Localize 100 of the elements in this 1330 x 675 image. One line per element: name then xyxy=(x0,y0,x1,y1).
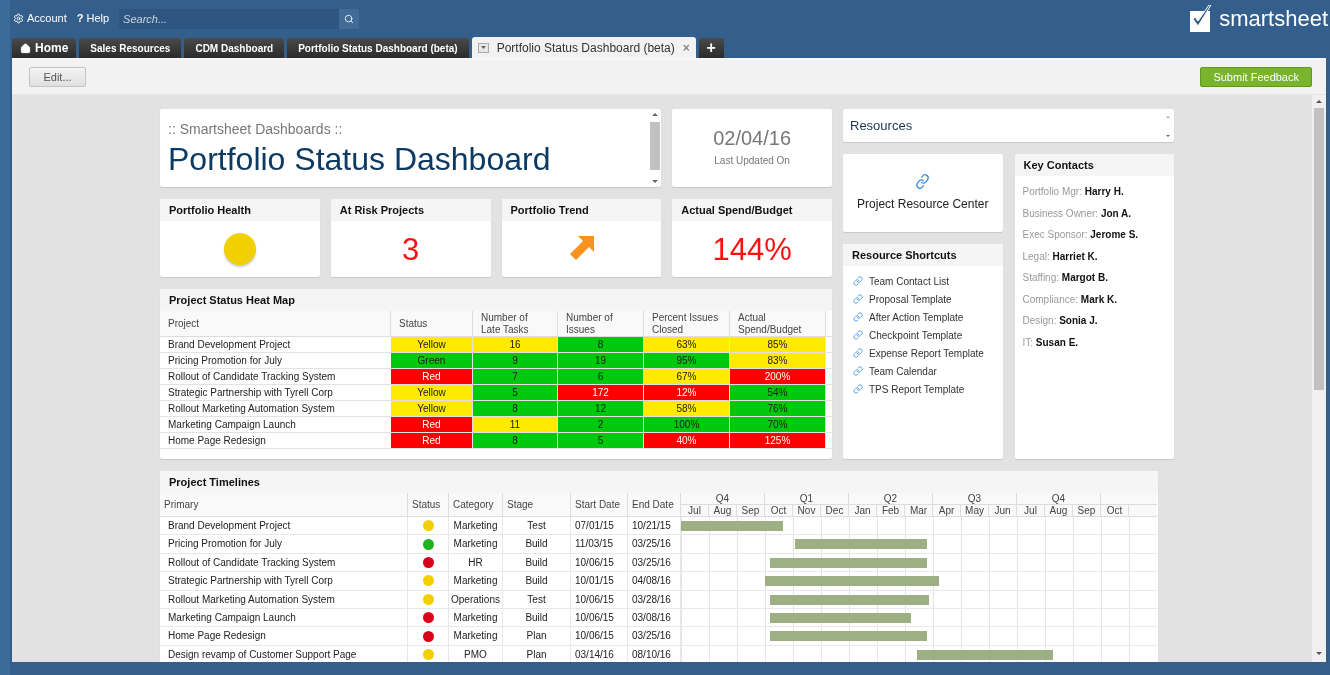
home-tab[interactable]: Home xyxy=(12,38,77,58)
table-cell: Marketing xyxy=(449,517,503,535)
quarter-header: Q1 xyxy=(765,493,849,504)
card-header: Project Status Heat Map xyxy=(160,289,832,311)
house-icon xyxy=(20,42,31,54)
scrollbar[interactable] xyxy=(1312,95,1326,662)
shortcut-link[interactable]: Proposal Template xyxy=(853,291,1003,307)
heat-map-cell: Yellow xyxy=(391,401,473,416)
quarter-header: Q2 xyxy=(849,493,933,504)
table-cell: 10/01/15 xyxy=(571,572,628,590)
shortcut-link[interactable]: Checkpoint Template xyxy=(853,327,1003,343)
contact-entry: Staffing: Margot B. xyxy=(1022,271,1109,285)
search-button[interactable] xyxy=(339,8,360,29)
heat-map-cell: 58% xyxy=(644,401,730,416)
shortcut-link[interactable]: Expense Report Template xyxy=(853,345,1003,361)
table-cell: Build xyxy=(503,553,571,572)
table-cell: PMO xyxy=(449,645,503,662)
tab[interactable]: Portfolio Status Dashboard (beta) xyxy=(287,38,469,58)
quarter-header: Q4 xyxy=(1017,493,1101,504)
table-cell: 07/01/15 xyxy=(571,517,628,535)
contact-entry: IT: Susan E. xyxy=(1022,335,1080,350)
heat-map-cell: 83% xyxy=(730,353,826,368)
column-header: Project xyxy=(160,311,391,336)
table-cell: Test xyxy=(503,517,571,535)
column-header: Stage xyxy=(503,493,571,516)
column-header: Status xyxy=(408,493,449,516)
table-cell: 03/25/16 xyxy=(628,553,681,572)
heat-map-cell: 9 xyxy=(473,353,558,368)
contact-entry: Design: Sonia J. xyxy=(1022,314,1099,328)
heat-map-cell: 172 xyxy=(558,385,644,400)
gantt-bar[interactable] xyxy=(769,594,930,605)
resource-center-link[interactable]: Project Resource Center xyxy=(857,194,989,213)
gantt-bar[interactable] xyxy=(769,631,927,642)
card-header: At Risk Projects xyxy=(330,199,491,221)
heat-map-cell: 11 xyxy=(473,417,558,432)
table-cell: 03/28/16 xyxy=(628,590,681,608)
month-header: Jan xyxy=(849,505,877,516)
quarter-header: Q3 xyxy=(933,493,1017,504)
heat-map-cell: Red xyxy=(391,369,473,384)
month-header: Aug xyxy=(709,505,737,516)
heat-map-cell: 70% xyxy=(730,417,826,432)
help-link[interactable]: ? Help xyxy=(76,10,110,27)
column-header: Category xyxy=(449,493,503,516)
month-header: Dec xyxy=(821,505,849,516)
date-caption: Last Updated On xyxy=(714,153,790,168)
table-cell: Rollout Marketing Automation System xyxy=(160,590,408,608)
account-link[interactable]: Account xyxy=(13,10,67,27)
gantt-bar[interactable] xyxy=(916,649,1054,660)
column-header: Start Date xyxy=(571,493,628,516)
card-header: Portfolio Trend xyxy=(501,199,662,221)
column-header: Status xyxy=(391,311,473,336)
column-header: Number of Issues xyxy=(558,311,644,336)
heat-map-cell: 63% xyxy=(644,337,730,352)
column-header: Percent Issues Closed xyxy=(644,311,730,336)
shortcut-link[interactable]: After Action Template xyxy=(853,309,1003,325)
card-header: Key Contacts xyxy=(1014,154,1174,176)
table-cell: Marketing xyxy=(449,608,503,627)
settings-icon xyxy=(13,13,24,24)
link-icon xyxy=(853,384,863,394)
shortcut-link[interactable]: Team Calendar xyxy=(853,363,1003,379)
table-cell: Build xyxy=(503,572,571,590)
table-cell-text: Rollout of Candidate Tracking System xyxy=(167,370,337,384)
search-field[interactable]: Search... xyxy=(119,8,340,29)
contact-entry: Portfolio Mgr: Harry H. xyxy=(1022,185,1125,199)
gantt-bar[interactable] xyxy=(769,557,927,568)
table-cell-text: Strategic Partnership with Tyrell Corp xyxy=(167,386,334,400)
month-header: Jun xyxy=(989,505,1017,516)
month-header: Feb xyxy=(877,505,905,516)
table-cell-text: Brand Development Project xyxy=(167,338,292,352)
heat-map-cell: 67% xyxy=(644,369,730,384)
heat-map-cell: Green xyxy=(391,353,473,368)
edit-button[interactable]: Edit... xyxy=(29,67,86,87)
dashboard-subtitle: :: Smartsheet Dashboards :: xyxy=(168,120,344,139)
table-cell-text: Pricing Promotion for July xyxy=(167,354,283,368)
shortcut-link[interactable]: TPS Report Template xyxy=(853,381,1003,397)
tab[interactable]: Portfolio Status Dashboard (beta) × xyxy=(471,37,696,58)
heat-map-cell: 16 xyxy=(473,337,558,352)
tab-menu-icon[interactable] xyxy=(477,42,489,53)
tab[interactable]: CDM Dashboard xyxy=(184,38,285,58)
add-tab-button[interactable]: + xyxy=(698,38,724,58)
heat-map-cell: 5 xyxy=(558,433,644,448)
heat-map-cell: 6 xyxy=(558,369,644,384)
logo-wordmark: smartsheet xyxy=(1219,7,1328,30)
gantt-bar[interactable] xyxy=(765,576,940,587)
column-header: Actual Spend/Budget xyxy=(730,311,826,336)
heat-map-cell: 54% xyxy=(730,385,826,400)
metric-value: 144% xyxy=(712,233,792,265)
tab-label[interactable]: Portfolio Status Dashboard (beta) xyxy=(496,38,675,57)
link-icon xyxy=(853,312,863,322)
tab[interactable]: Sales Resources xyxy=(79,38,182,58)
gantt-bar[interactable] xyxy=(769,612,912,623)
heat-map-cell: Yellow xyxy=(391,337,473,352)
card-header: Actual Spend/Budget xyxy=(672,199,832,221)
heat-map-cell: 40% xyxy=(644,433,730,448)
table-cell: 10/06/15 xyxy=(571,553,628,572)
gantt-bar[interactable] xyxy=(794,539,927,550)
shortcut-link[interactable]: Team Contact List xyxy=(853,273,1003,289)
month-header: Nov xyxy=(793,505,821,516)
month-header: Jul xyxy=(681,505,709,516)
heat-map-cell: 12% xyxy=(644,385,730,400)
